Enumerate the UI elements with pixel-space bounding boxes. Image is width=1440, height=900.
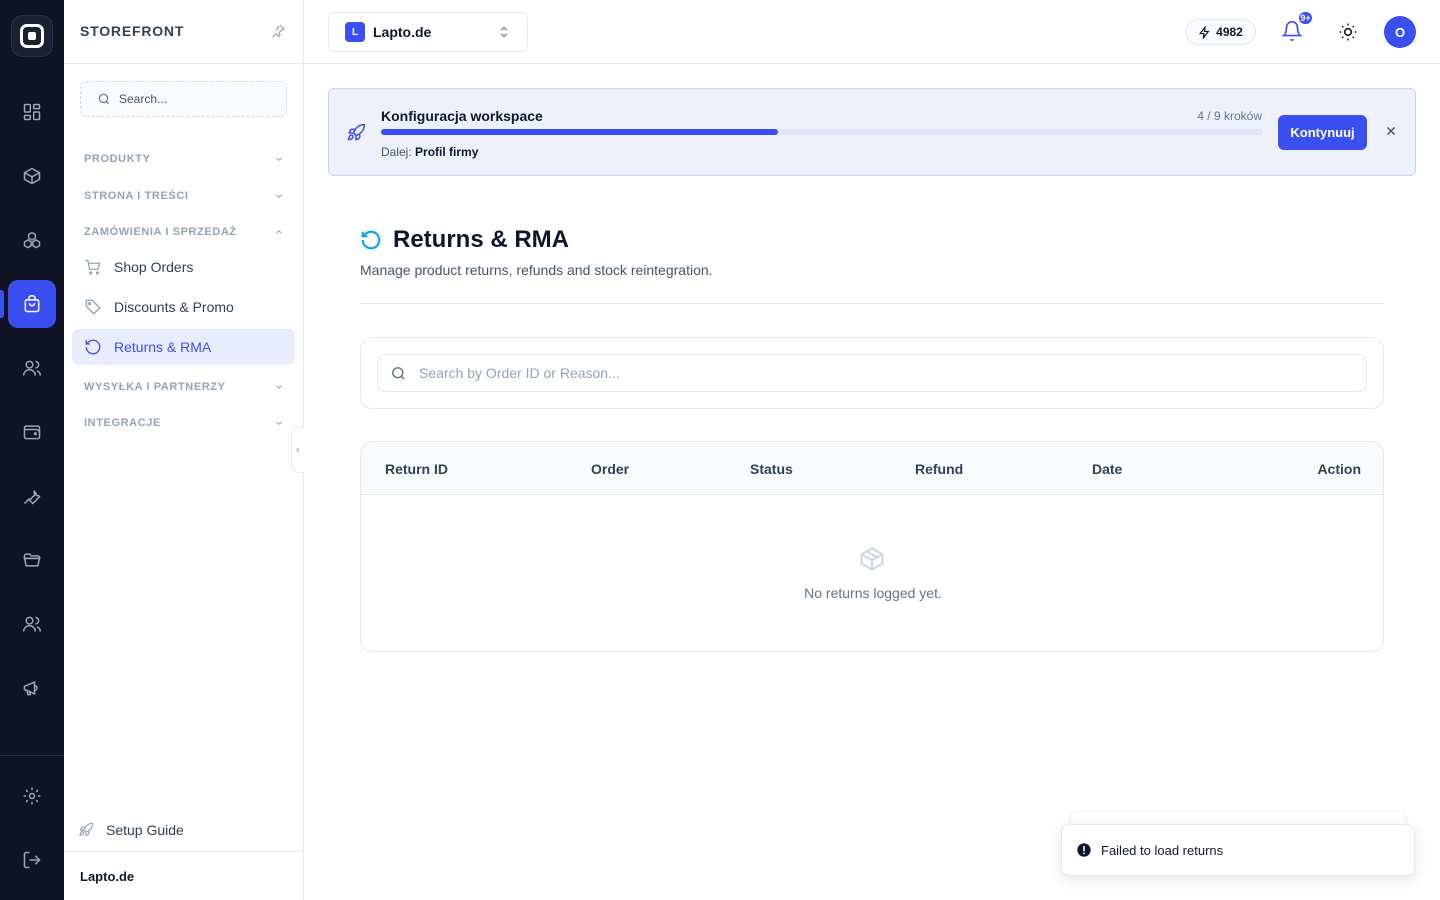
logo-mark bbox=[20, 24, 44, 48]
sidebar-footer-workspace: Lapto.de bbox=[80, 869, 135, 884]
page-subtitle: Manage product returns, refunds and stoc… bbox=[360, 262, 713, 278]
storefront-sidebar: STOREFRONT Search... PRODUKTY STRONA I T… bbox=[64, 0, 304, 900]
setup-progress-bar bbox=[381, 129, 1263, 135]
sidebar-title: STOREFRONT bbox=[80, 23, 185, 39]
sidebar-header: STOREFRONT bbox=[80, 23, 288, 41]
sidebar-footer-divider bbox=[64, 851, 304, 852]
search-icon bbox=[392, 366, 405, 380]
rocket-icon bbox=[347, 123, 366, 141]
banner-steps: 4 / 9 kroków bbox=[1197, 109, 1262, 123]
folder-icon[interactable] bbox=[8, 536, 56, 584]
rail-active-marker bbox=[0, 290, 4, 318]
app-logo[interactable] bbox=[12, 16, 52, 56]
section-label: ZAMÓWIENIA I SPRZEDAŻ bbox=[84, 226, 237, 238]
continue-button[interactable]: Kontynuuj bbox=[1278, 115, 1367, 150]
column-header-action: Action bbox=[1317, 461, 1361, 477]
section-wysylka[interactable]: WYSYŁKA I PARTNERZY bbox=[84, 379, 284, 395]
users-icon[interactable] bbox=[8, 344, 56, 392]
chevron-down-icon bbox=[276, 421, 282, 425]
search-icon bbox=[98, 93, 110, 105]
modules-icon[interactable] bbox=[8, 216, 56, 264]
chevron-left-icon bbox=[296, 447, 300, 453]
setup-progress-fill bbox=[381, 129, 778, 135]
next-step-label: Dalej: bbox=[381, 145, 412, 159]
workspace-badge: L bbox=[345, 22, 365, 42]
shopping-bag-icon[interactable] bbox=[8, 280, 56, 328]
workspace-select[interactable]: L Lapto.de bbox=[328, 12, 528, 52]
sidebar-item-shop-orders[interactable]: Shop Orders bbox=[72, 249, 295, 285]
column-header-date[interactable]: Date bbox=[1092, 461, 1122, 477]
rotate-ccw-icon bbox=[85, 339, 101, 355]
setup-guide-link[interactable]: Setup Guide bbox=[78, 822, 184, 838]
tag-icon bbox=[85, 299, 101, 315]
next-step-value: Profil firmy bbox=[415, 145, 479, 159]
rotate-ccw-icon bbox=[361, 230, 381, 250]
section-label: STRONA I TREŚCI bbox=[84, 190, 189, 202]
sidebar-collapse-handle[interactable] bbox=[291, 427, 304, 473]
column-header-refund[interactable]: Refund bbox=[915, 461, 963, 477]
column-header-return-id[interactable]: Return ID bbox=[385, 461, 448, 477]
chevron-down-icon bbox=[276, 157, 282, 161]
empty-state-message: No returns logged yet. bbox=[804, 585, 942, 601]
column-header-order[interactable]: Order bbox=[591, 461, 629, 477]
package-icon bbox=[860, 547, 884, 571]
settings-icon[interactable] bbox=[8, 772, 56, 820]
app-rail bbox=[0, 0, 64, 900]
chevron-updown-icon bbox=[500, 26, 508, 38]
sidebar-item-returns[interactable]: Returns & RMA bbox=[72, 329, 295, 365]
workspace-setup-banner: Konfiguracja workspace 4 / 9 kroków Dale… bbox=[328, 88, 1416, 176]
page-divider bbox=[360, 303, 1384, 304]
banner-title: Konfiguracja workspace bbox=[381, 108, 543, 124]
notifications-badge: 9+ bbox=[1297, 10, 1314, 26]
wallet-icon[interactable] bbox=[8, 408, 56, 456]
credits-value: 4982 bbox=[1216, 25, 1243, 39]
sidebar-divider bbox=[64, 63, 304, 64]
avatar[interactable]: O bbox=[1384, 16, 1416, 48]
returns-search[interactable] bbox=[377, 354, 1367, 392]
credits-pill[interactable]: 4982 bbox=[1185, 19, 1256, 45]
page-title: Returns & RMA bbox=[393, 226, 570, 253]
section-label: INTEGRACJE bbox=[84, 417, 161, 429]
returns-table: Return ID Order Status Refund Date Actio… bbox=[360, 441, 1384, 652]
chevron-down-icon bbox=[276, 385, 282, 389]
sidebar-item-label: Shop Orders bbox=[114, 259, 194, 275]
banner-next-step: Dalej: Profil firmy bbox=[381, 145, 478, 159]
logout-icon[interactable] bbox=[8, 836, 56, 884]
rocket-icon bbox=[79, 822, 94, 837]
toast-message: Failed to load returns bbox=[1101, 842, 1224, 858]
dashboard-icon[interactable] bbox=[8, 88, 56, 136]
alert-circle-icon bbox=[1077, 843, 1091, 857]
box-icon[interactable] bbox=[8, 152, 56, 200]
chevron-down-icon bbox=[276, 194, 282, 198]
search-card bbox=[360, 337, 1384, 409]
team-icon[interactable] bbox=[8, 600, 56, 648]
lightning-icon bbox=[1199, 25, 1210, 39]
megaphone-icon[interactable] bbox=[8, 664, 56, 712]
workspace-name: Lapto.de bbox=[373, 24, 432, 40]
close-icon[interactable] bbox=[1385, 125, 1397, 137]
section-label: WYSYŁKA I PARTNERZY bbox=[84, 381, 226, 393]
sidebar-item-discounts[interactable]: Discounts & Promo bbox=[72, 289, 295, 325]
cart-icon bbox=[85, 259, 101, 275]
setup-guide-label: Setup Guide bbox=[106, 822, 184, 838]
wrench-icon[interactable] bbox=[8, 472, 56, 520]
sidebar-search-placeholder: Search... bbox=[119, 92, 168, 106]
top-bar: L Lapto.de 4982 9+ O bbox=[304, 0, 1440, 64]
section-integracje[interactable]: INTEGRACJE bbox=[84, 415, 284, 431]
column-header-status[interactable]: Status bbox=[750, 461, 793, 477]
section-zamowienia[interactable]: ZAMÓWIENIA I SPRZEDAŻ bbox=[84, 224, 284, 240]
error-toast[interactable]: Failed to load returns bbox=[1061, 824, 1415, 876]
sidebar-search[interactable]: Search... bbox=[80, 81, 287, 117]
sidebar-item-label: Returns & RMA bbox=[114, 339, 212, 355]
sidebar-item-label: Discounts & Promo bbox=[114, 299, 234, 315]
table-header: Return ID Order Status Refund Date Actio… bbox=[361, 442, 1383, 495]
pin-icon[interactable] bbox=[270, 23, 286, 39]
section-label: PRODUKTY bbox=[84, 153, 151, 165]
section-produkty[interactable]: PRODUKTY bbox=[84, 151, 284, 167]
chevron-up-icon bbox=[276, 230, 282, 234]
rail-divider bbox=[0, 755, 64, 756]
section-strona[interactable]: STRONA I TREŚCI bbox=[84, 188, 284, 204]
returns-search-input[interactable] bbox=[419, 365, 1319, 381]
sun-icon[interactable] bbox=[1338, 22, 1358, 42]
